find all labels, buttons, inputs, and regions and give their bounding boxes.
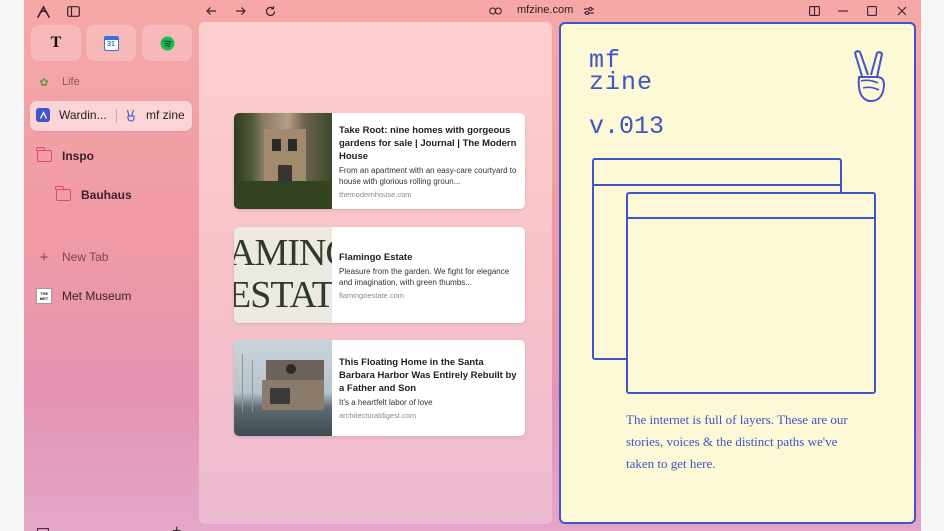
sidebar-bottom-bar: +	[24, 522, 198, 531]
folder-icon	[54, 186, 71, 201]
thumb-text-2: ESTATI	[234, 274, 332, 316]
spotify-icon	[160, 36, 174, 50]
calendar-date: 31	[107, 40, 115, 48]
calendar-icon: 31	[103, 35, 119, 51]
card-thumbnail: AMINC ESTATI	[234, 227, 332, 323]
sidebar-toggle-icon[interactable]	[65, 3, 81, 19]
wardin-tab-icon	[36, 108, 50, 122]
back-arrow-icon[interactable]	[203, 3, 219, 19]
close-icon[interactable]	[894, 3, 910, 19]
reload-icon[interactable]	[262, 3, 278, 19]
card-description: Pleasure from the garden. We fight for e…	[339, 267, 510, 287]
split-tab-left-label: Wardin...	[59, 108, 107, 122]
plus-icon: +	[39, 248, 49, 266]
folder-bauhaus-label: Bauhaus	[81, 188, 132, 202]
left-split-pane: Take Root: nine homes with gorgeous gard…	[199, 22, 552, 524]
folder-inspo-label: Inspo	[62, 149, 94, 163]
favorite-spotify[interactable]	[142, 25, 192, 61]
nyt-icon: T	[50, 34, 62, 51]
card-domain: flamingoestate.com	[339, 291, 405, 300]
plant-icon: ✿	[39, 76, 49, 89]
card-domain: architecturaldigest.com	[339, 411, 417, 420]
sidebar: T 31 ✿ Life Wardin... mf zine Inspo Bauh…	[24, 22, 198, 531]
card-thumbnail	[234, 113, 332, 209]
card-title: Take Root: nine homes with gorgeous gard…	[339, 125, 517, 162]
arc-logo-icon[interactable]	[35, 3, 51, 19]
split-tab-left[interactable]: Wardin...	[36, 108, 107, 122]
browser-window: mfzine.com T 31 ✿ Life Wardin... mf zine…	[24, 0, 921, 531]
tab-met-museum[interactable]: THE MET Met Museum	[36, 288, 131, 304]
link-icon[interactable]	[487, 3, 503, 19]
zine-version: v.013	[589, 112, 665, 141]
split-divider	[116, 109, 117, 123]
met-icon-text: THE MET	[39, 291, 49, 301]
card-title: This Floating Home in the Santa Barbara …	[339, 357, 517, 394]
layered-windows-illustration	[592, 158, 878, 401]
card-description: From an apartment with an easy-care cour…	[339, 166, 517, 186]
card-domain: themodernhouse.com	[339, 190, 412, 199]
top-bar: mfzine.com	[24, 0, 921, 22]
met-icon: THE MET	[36, 288, 52, 304]
split-tab-right[interactable]: mf zine	[124, 108, 185, 122]
split-tab[interactable]: Wardin... mf zine	[30, 101, 192, 131]
split-view-icon[interactable]	[806, 3, 822, 19]
tab-met-label: Met Museum	[62, 289, 132, 303]
maximize-icon[interactable]	[864, 3, 880, 19]
folder-inspo[interactable]: Inspo	[35, 147, 94, 164]
archive-icon[interactable]	[37, 526, 49, 531]
space-label-row: ✿ Life	[36, 74, 80, 90]
card-description: It's a heartfelt labor of love	[339, 398, 433, 407]
card-title: Flamingo Estate	[339, 252, 413, 263]
add-space-icon[interactable]: +	[172, 523, 181, 531]
thumb-text-1: AMINC	[234, 232, 332, 274]
right-split-pane: mf zine v.013 The internet is full of la…	[559, 22, 916, 524]
folder-icon	[35, 147, 52, 162]
minimize-icon[interactable]	[835, 3, 851, 19]
folder-bauhaus[interactable]: Bauhaus	[54, 186, 132, 203]
new-tab-button[interactable]: + New Tab	[36, 248, 109, 266]
zine-title-line2: zine	[589, 68, 654, 97]
peace-hand-icon	[851, 50, 889, 109]
new-tab-label: New Tab	[62, 250, 109, 264]
favorite-calendar[interactable]: 31	[86, 25, 136, 61]
zine-paragraph: The internet is full of layers. These ar…	[626, 412, 848, 471]
link-card[interactable]: AMINC ESTATI Flamingo Estate Pleasure fr…	[234, 227, 525, 323]
link-card[interactable]: Take Root: nine homes with gorgeous gard…	[234, 113, 525, 209]
peace-hand-icon	[124, 108, 138, 122]
url-bar[interactable]: mfzine.com	[517, 4, 573, 16]
space-label: Life	[62, 76, 80, 88]
card-thumbnail	[234, 340, 332, 436]
forward-arrow-icon[interactable]	[233, 3, 249, 19]
split-tab-right-label: mf zine	[146, 108, 185, 122]
site-controls-icon[interactable]	[581, 3, 597, 19]
zine-title: mf zine	[589, 48, 654, 97]
link-card[interactable]: This Floating Home in the Santa Barbara …	[234, 340, 525, 436]
favorite-nyt[interactable]: T	[31, 25, 81, 61]
